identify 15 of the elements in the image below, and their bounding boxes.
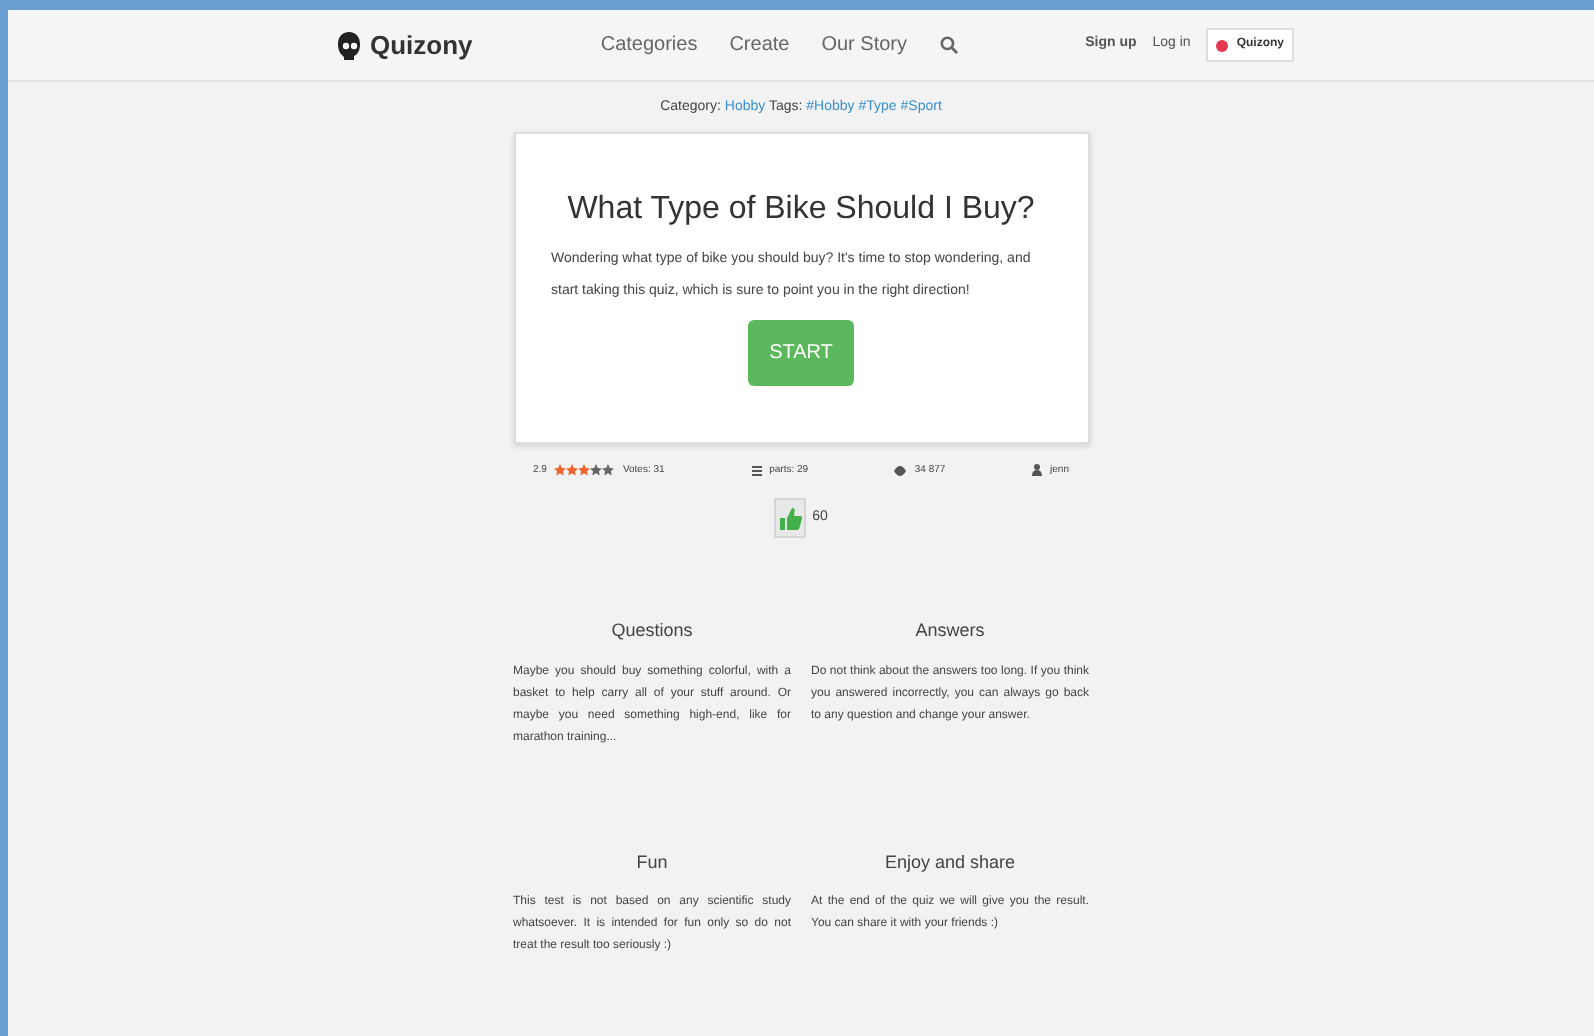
list-icon — [751, 465, 762, 476]
feature-title: Answers — [913, 618, 987, 645]
nav-link-item[interactable]: Create — [729, 30, 790, 60]
nav-link-item[interactable]: Categories — [600, 30, 698, 60]
dot-icon — [1216, 39, 1229, 51]
brand-name[interactable]: Quizony — [370, 25, 473, 65]
eye-icon — [894, 465, 907, 476]
user-icon — [1032, 464, 1043, 477]
quiz-title: What Type of Bike Should I Buy? — [565, 189, 1037, 228]
nav-link-item[interactable]: Our Story — [821, 30, 908, 60]
feature-title: Enjoy and share — [882, 849, 1018, 876]
feature-title: Questions — [609, 618, 695, 645]
feature-title: Fun — [634, 849, 670, 876]
logo-icon — [336, 31, 362, 59]
search-icon[interactable] — [939, 36, 958, 54]
